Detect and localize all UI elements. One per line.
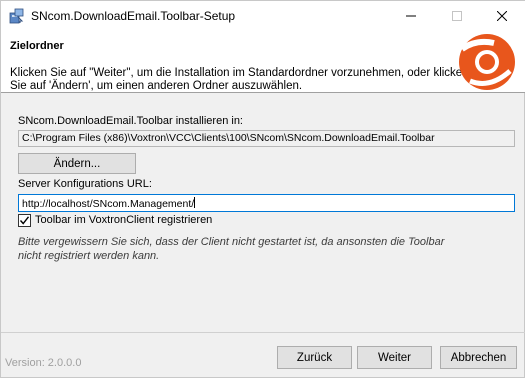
text-caret [194, 197, 196, 208]
setup-window: SNcom.DownloadEmail.Toolbar-Setup Zielor… [0, 0, 525, 378]
install-path-field: C:\Program Files (x86)\Voxtron\VCC\Clien… [18, 130, 515, 147]
header-panel: Zielordner Klicken Sie auf "Weiter", um … [1, 31, 525, 92]
version-label: Version: 2.0.0.0 [5, 357, 82, 369]
cancel-button[interactable]: Abbrechen [440, 346, 517, 369]
minimize-icon [406, 15, 416, 17]
change-folder-button[interactable]: Ändern... [18, 153, 136, 174]
window-title: SNcom.DownloadEmail.Toolbar-Setup [31, 9, 236, 23]
back-button[interactable]: Zurück [277, 346, 352, 369]
close-icon [497, 11, 507, 21]
close-button[interactable] [479, 1, 525, 31]
setup-icon [9, 8, 25, 24]
register-toolbar-label[interactable]: Toolbar im VoxtronClient registrieren [35, 214, 212, 226]
maximize-icon [452, 11, 462, 21]
next-button[interactable]: Weiter [357, 346, 432, 369]
install-path-label: SNcom.DownloadEmail.Toolbar installieren… [18, 115, 243, 127]
header-divider [1, 92, 525, 93]
warning-note: Bitte vergewissern Sie sich, dass der Cl… [18, 236, 445, 262]
maximize-button [434, 1, 480, 31]
minimize-button[interactable] [388, 1, 434, 31]
server-url-input[interactable]: http://localhost/SNcom.Management/ [18, 194, 515, 212]
register-toolbar-checkbox[interactable] [18, 214, 31, 227]
title-bar: SNcom.DownloadEmail.Toolbar-Setup [1, 1, 525, 31]
footer-divider [1, 332, 525, 333]
server-url-value: http://localhost/SNcom.Management/ [22, 198, 195, 210]
page-description: Klicken Sie auf "Weiter", um die Install… [10, 67, 469, 92]
checkmark-icon [19, 216, 30, 225]
page-title: Zielordner [10, 40, 64, 52]
voxtron-logo [456, 31, 518, 93]
server-url-label: Server Konfigurations URL: [18, 178, 152, 190]
